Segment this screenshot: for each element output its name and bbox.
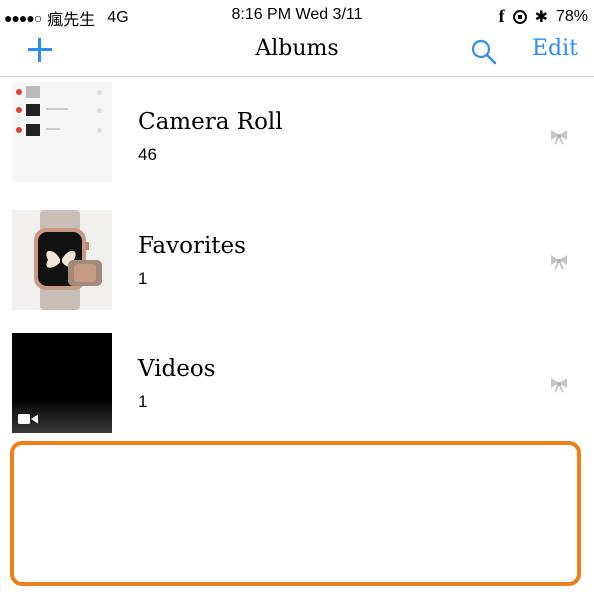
ribbon-icon (551, 130, 567, 145)
search-button[interactable] (470, 38, 498, 66)
navigation-bar: Albums Edit (0, 32, 594, 77)
page-title: Albums (255, 36, 339, 61)
highlight-box (10, 441, 581, 586)
album-row-videos[interactable]: Videos 1 (0, 333, 594, 455)
album-thumbnail (12, 82, 112, 182)
ribbon-icon (551, 255, 567, 270)
album-thumbnail (12, 210, 112, 310)
album-count: 1 (138, 392, 148, 411)
album-count: 1 (138, 269, 148, 288)
search-icon (471, 39, 497, 65)
album-title: Videos (138, 356, 216, 382)
watch-image (34, 210, 102, 310)
facebook-icon: f (498, 6, 505, 26)
album-title: Camera Roll (138, 109, 283, 135)
status-right: f ✱ 78% (499, 6, 588, 27)
edit-button[interactable]: Edit (532, 36, 578, 61)
album-row-camera-roll[interactable]: Camera Roll 46 (0, 82, 594, 204)
video-camera-icon (18, 414, 38, 424)
status-bar: ●●●●○ 瘋先生 4G 8:16 PM Wed 3/11 f ✱ 78% (0, 0, 594, 32)
ribbon-icon (551, 378, 567, 393)
album-row-favorites[interactable]: Favorites 1 (0, 210, 594, 332)
battery-percent: 78% (555, 7, 588, 25)
album-title: Favorites (138, 233, 246, 259)
rotation-lock-icon (512, 9, 527, 24)
album-thumbnail (12, 333, 112, 433)
bluetooth-icon: ✱ (534, 8, 548, 26)
album-count: 46 (138, 145, 157, 164)
